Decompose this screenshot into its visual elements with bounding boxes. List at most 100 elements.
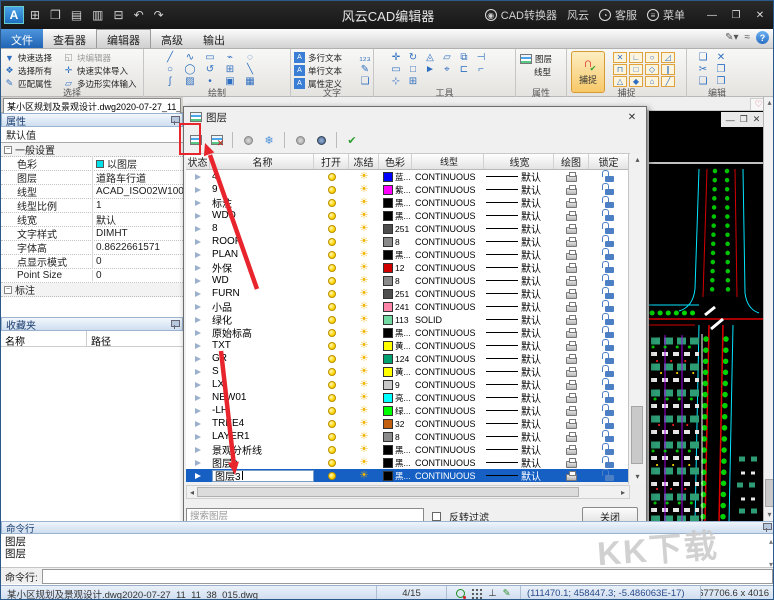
layer-plot-icon[interactable] (566, 253, 577, 260)
layer-linetype-cell[interactable]: CONTINUOUS (412, 196, 484, 209)
tab-editor[interactable]: 编辑器 (96, 29, 151, 48)
layer-freeze-icon[interactable]: ☀ (360, 172, 369, 182)
layer-plot-icon[interactable] (566, 435, 577, 442)
draw-tool-icon[interactable]: ◌ (242, 51, 258, 63)
linetype-button[interactable]: 线型 (520, 65, 552, 78)
layer-row[interactable]: 标注☀黑...CONTINUOUS默认 (186, 196, 630, 209)
layer-lineweight-cell[interactable]: 默认 (484, 287, 554, 300)
layer-on-icon[interactable] (328, 303, 336, 311)
tool-icon[interactable]: ⊣ (473, 51, 489, 63)
layer-lineweight-cell[interactable]: 默认 (484, 404, 554, 417)
layer-color-cell[interactable]: 黑... (379, 443, 412, 456)
layer-lineweight-cell[interactable]: 默认 (484, 430, 554, 443)
layer-color-cell[interactable]: 241 (379, 300, 412, 313)
layer-on-icon[interactable] (328, 420, 336, 428)
layer-row[interactable]: LX☀9CONTINUOUS默认 (186, 378, 630, 391)
layer-color-cell[interactable]: 113 (379, 313, 412, 326)
layer-dialog-titlebar[interactable]: 图层 ✕ (184, 107, 646, 127)
draw-mode-icon[interactable]: ✎ (503, 588, 511, 599)
layer-plot-icon[interactable] (566, 214, 577, 221)
layer-plot-icon[interactable] (566, 266, 577, 273)
layer-plot-icon[interactable] (566, 383, 577, 390)
layer-lineweight-cell[interactable]: 默认 (484, 261, 554, 274)
text-side-icon[interactable]: ₁₂₃ (357, 51, 373, 63)
layer-row[interactable]: WDD☀黑...CONTINUOUS默认 (186, 209, 630, 222)
layer-lineweight-cell[interactable]: 默认 (484, 469, 554, 482)
col-status[interactable]: 状态 (186, 154, 210, 169)
document-tab[interactable]: 某小区规划及景观设计.dwg2020-07-27_11_ (3, 98, 181, 113)
layer-linetype-cell[interactable]: CONTINUOUS (412, 326, 484, 339)
layer-row[interactable]: 图层3☀黑...CONTINUOUS默认 (186, 469, 630, 482)
layer-row[interactable]: 小品☀241CONTINUOUS默认 (186, 300, 630, 313)
layer-linetype-cell[interactable]: CONTINUOUS (412, 300, 484, 313)
property-row[interactable]: 图层道路车行道 (1, 171, 183, 185)
layer-row[interactable]: TREE4☀32CONTINUOUS默认 (186, 417, 630, 430)
layer-lineweight-cell[interactable]: 默认 (484, 209, 554, 222)
layer-linetype-cell[interactable]: CONTINUOUS (412, 170, 484, 183)
layer-row[interactable]: PLAN☀黑...CONTINUOUS默认 (186, 248, 630, 261)
col-plot[interactable]: 绘图 (554, 154, 589, 169)
layer-freeze-icon[interactable]: ☀ (360, 354, 369, 364)
layer-plot-icon[interactable] (566, 370, 577, 377)
tool-icon[interactable]: ⌐ (473, 63, 489, 75)
block-editor-button[interactable]: ◱块编辑器 (63, 51, 137, 64)
layer-on-icon[interactable] (328, 238, 336, 246)
tool-icon[interactable]: ► (422, 63, 438, 75)
layer-freeze-icon[interactable]: ☀ (360, 471, 369, 481)
layer-row[interactable]: -LH☀绿...CONTINUOUS默认 (186, 404, 630, 417)
dialog-close-icon[interactable]: ✕ (624, 110, 640, 124)
layer-linetype-cell[interactable]: CONTINUOUS (412, 391, 484, 404)
pin-icon[interactable] (171, 116, 178, 125)
scroll-up-icon[interactable]: ▴ (764, 98, 774, 107)
layer-linetype-cell[interactable]: CONTINUOUS (412, 183, 484, 196)
layer-on-icon[interactable] (328, 355, 336, 363)
layer-on-icon[interactable] (328, 186, 336, 194)
layer-lock-icon[interactable] (605, 449, 614, 455)
quick-access-icon[interactable]: ⊟ (114, 8, 124, 22)
layer-freeze-icon[interactable]: ☀ (360, 276, 369, 286)
layer-plot-icon[interactable] (566, 201, 577, 208)
property-group-general[interactable]: −一般设置 (1, 143, 183, 157)
layer-color-cell[interactable]: 251 (379, 222, 412, 235)
tool-icon[interactable]: ⧉ (456, 51, 472, 63)
layer-row[interactable]: 图层2☀黑...CONTINUOUS默认 (186, 456, 630, 469)
expand-icon[interactable]: − (4, 286, 12, 294)
layer-row[interactable]: 外保☀12CONTINUOUS默认 (186, 261, 630, 274)
layer-list-scrollbar[interactable]: ▴ ▾ (628, 154, 645, 484)
scroll-thumb[interactable] (765, 479, 774, 507)
layer-plot-icon[interactable] (566, 188, 577, 195)
layer-on-icon[interactable] (328, 446, 336, 454)
layer-color-cell[interactable]: 亮... (379, 391, 412, 404)
layer-freeze-icon[interactable]: ☀ (360, 302, 369, 312)
layer-color-cell[interactable]: 黑... (379, 196, 412, 209)
layer-lineweight-cell[interactable]: 默认 (484, 326, 554, 339)
layer-lineweight-cell[interactable]: 默认 (484, 222, 554, 235)
close-button[interactable]: ✕ (749, 6, 771, 24)
snap-mode-icon[interactable]: ⊓ (613, 64, 627, 75)
help-icon[interactable]: ? (756, 31, 769, 44)
layer-plot-icon[interactable] (566, 279, 577, 286)
layer-plot-icon[interactable] (566, 422, 577, 429)
layer-lock-icon[interactable] (605, 475, 614, 481)
snap-mode-icon[interactable]: ∟ (629, 52, 643, 63)
lamp-dim-icon[interactable] (292, 132, 308, 148)
layer-freeze-icon[interactable]: ☀ (360, 341, 369, 351)
tool-icon[interactable]: □ (405, 63, 421, 75)
layer-freeze-icon[interactable]: ☀ (360, 185, 369, 195)
quick-access-icon[interactable]: ⊞ (30, 8, 40, 22)
collapse-icon[interactable]: − (4, 146, 12, 154)
layer-row[interactable]: 景观分析线☀黑...CONTINUOUS默认 (186, 443, 630, 456)
edit-tool-icon[interactable]: ❐ (713, 63, 729, 75)
layer-lineweight-cell[interactable]: 默认 (484, 365, 554, 378)
tilde-icon[interactable]: ≈ (745, 32, 751, 43)
layer-name-input[interactable]: 图层3 (212, 470, 314, 482)
layer-freeze-icon[interactable]: ☀ (360, 380, 369, 390)
layer-row[interactable]: ROOF☀8CONTINUOUS默认 (186, 235, 630, 248)
property-row[interactable]: 线型比例1 (1, 199, 183, 213)
property-row[interactable]: 文字样式DIMHT (1, 227, 183, 241)
layer-lock-icon[interactable] (605, 345, 614, 351)
layer-row[interactable]: 9☀紫...CONTINUOUS默认 (186, 183, 630, 196)
doc-restore-icon[interactable]: ❐ (740, 114, 748, 125)
layer-plot-icon[interactable] (566, 461, 577, 468)
layer-lock-icon[interactable] (605, 436, 614, 442)
